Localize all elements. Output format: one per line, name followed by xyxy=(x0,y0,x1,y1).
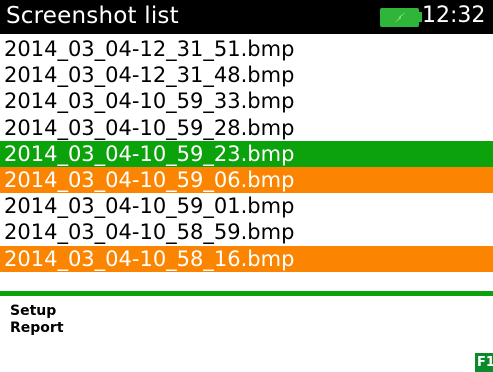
f1-soft-key-button[interactable]: F1 xyxy=(475,353,493,372)
clock: 12:32 xyxy=(422,3,486,28)
report-menu-item[interactable]: Report xyxy=(10,320,64,337)
file-list: 2014_03_04-12_31_51.bmp 2014_03_04-12_31… xyxy=(0,36,493,272)
file-list-item[interactable]: 2014_03_04-10_58_59.bmp xyxy=(0,219,493,245)
setup-menu-item[interactable]: Setup xyxy=(10,303,64,320)
file-list-item[interactable]: 2014_03_04-12_31_48.bmp xyxy=(0,62,493,88)
context-menu: Setup Report xyxy=(10,303,64,337)
file-list-item[interactable]: 2014_03_04-10_59_01.bmp xyxy=(0,193,493,219)
file-list-item-marked[interactable]: 2014_03_04-10_59_06.bmp xyxy=(0,166,493,194)
screenshot-list-screen: Screenshot list 12:32 2014_03_04-12_31_5… xyxy=(0,0,493,372)
file-list-item[interactable]: 2014_03_04-10_59_33.bmp xyxy=(0,88,493,114)
lightning-bolt-icon xyxy=(394,12,406,23)
battery-charging-icon xyxy=(380,8,419,27)
file-list-item-selected[interactable]: 2014_03_04-10_59_23.bmp xyxy=(0,140,493,167)
menu-separator xyxy=(0,291,493,296)
screen-title: Screenshot list xyxy=(6,3,179,29)
file-list-item[interactable]: 2014_03_04-10_59_28.bmp xyxy=(0,115,493,141)
file-list-item[interactable]: 2014_03_04-12_31_51.bmp xyxy=(0,36,493,62)
title-bar: Screenshot list 12:32 xyxy=(0,0,493,34)
file-list-item-marked[interactable]: 2014_03_04-10_58_16.bmp xyxy=(0,245,493,272)
